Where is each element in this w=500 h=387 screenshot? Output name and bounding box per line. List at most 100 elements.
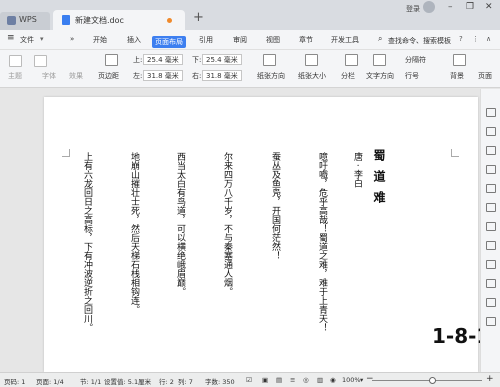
zoom-out-button[interactable]: − [366,374,374,384]
search-icon[interactable]: ⌕ [378,34,382,44]
menu-developer[interactable]: 开发工具 [331,35,359,45]
left-margin-label: 左: [133,72,143,80]
style-panel-icon[interactable] [486,108,496,117]
menu-file[interactable]: 文件 [20,35,34,45]
theme-icon[interactable] [9,55,22,67]
margins-button[interactable]: 页边距 [98,71,119,81]
line-numbers-button[interactable]: 行号 [405,71,419,81]
menu-insert[interactable]: 插入 [127,35,141,45]
orientation-icon[interactable] [263,54,276,66]
menu-review[interactable]: 审阅 [233,35,247,45]
zoom-slider-handle[interactable] [428,377,436,384]
margin-corner-mark [451,149,459,157]
background-button[interactable]: 背景 [450,71,464,81]
wps-logo-icon [7,16,16,25]
page-border-button[interactable]: 页面 [478,71,492,81]
background-icon[interactable] [453,54,466,66]
eye-icon[interactable]: ◉ [330,376,336,384]
margin-corner-mark [62,149,70,157]
read-mode-icon[interactable]: ▥ [317,376,323,384]
close-button[interactable]: ✕ [485,2,493,12]
share-icon[interactable] [486,241,496,250]
text-direction-button[interactable]: 文字方向 [366,71,394,81]
columns-icon[interactable] [345,54,358,66]
collapse-ribbon-icon[interactable]: ∧ [486,35,491,43]
menu-more-chevron-icon[interactable]: » [70,35,74,43]
table-icon[interactable] [486,203,496,212]
font-scheme-icon[interactable] [34,55,47,67]
help-icon[interactable]: ? [459,35,463,43]
word-count-status[interactable]: 字数: 350 [205,376,235,386]
menu-home[interactable]: 开始 [93,35,107,45]
font-scheme-button[interactable]: 字体 [42,71,56,81]
document-page[interactable]: 蜀道难 唐 · 李白 噫吁嚱，危乎高哉！蜀道之难，难于上青天！ 蚕丛及鱼凫，开国… [44,97,478,372]
poem-line: 尔来四万八千岁，不与秦塞通人烟。 [222,152,232,296]
poem-title: 蜀道难 [372,149,386,212]
settings-icon[interactable] [486,298,496,307]
menu-page-layout[interactable]: 页面布局 [152,36,186,48]
document-tab-title: 新建文档.doc [75,16,124,25]
app-name: WPS [19,15,37,24]
document-icon [62,15,70,25]
command-search[interactable]: 查找命令、搜索模板 [388,36,451,46]
cloud-icon[interactable] [486,222,496,231]
right-margin-label: 右: [192,72,202,80]
poem-author: 唐 · 李白 [352,152,362,188]
select-icon[interactable] [486,127,496,136]
right-sidebar [480,89,500,372]
help-panel-icon[interactable] [486,317,496,326]
history-icon[interactable] [486,260,496,269]
app-tab[interactable]: WPS [0,12,50,30]
unsaved-dot-icon[interactable] [167,18,172,23]
text-direction-icon[interactable] [373,54,386,66]
orientation-button[interactable]: 纸张方向 [257,71,285,81]
left-margin-field[interactable] [143,70,183,81]
effect-button[interactable]: 效果 [69,71,83,81]
poem-line: 蚕丛及鱼凫，开国何茫然！ [270,152,280,260]
zoom-level[interactable]: 100% [342,376,361,384]
ribbon-toolbar: 主题 字体 效果 页边距 上: 下: 左: 右: 纸张方向 纸张大小 分栏 文字… [0,50,500,88]
maximize-button[interactable]: ❐ [466,2,474,12]
page-view-icon[interactable]: ▤ [276,376,282,384]
document-workspace: 蜀道难 唐 · 李白 噫吁嚱，危乎高哉！蜀道之难，难于上青天！ 蚕丛及鱼凫，开国… [0,89,480,372]
menu-view[interactable]: 视图 [266,35,280,45]
document-tab[interactable]: 新建文档.doc [53,10,185,30]
hamburger-icon[interactable]: ≡ [7,33,15,43]
pages-status[interactable]: 页面: 1/4 [36,376,64,386]
property-icon[interactable] [486,165,496,174]
title-bar: WPS 新建文档.doc + 登录 – ❐ ✕ [0,0,500,30]
zoom-slider[interactable] [372,377,482,384]
outline-view-icon[interactable]: ≡ [290,376,295,384]
setting-value-status: 设置值: 5.1厘米 [104,378,152,386]
separator-button[interactable]: 分隔符 [405,55,426,65]
theme-button[interactable]: 主题 [8,71,22,81]
menu-references[interactable]: 引用 [199,35,213,45]
bottom-margin-label: 下: [192,56,202,64]
section-status: 节: 1/1 [80,378,102,386]
top-margin-label: 上: [133,56,143,64]
top-margin-field[interactable] [143,54,183,65]
web-view-icon[interactable]: ◎ [303,376,309,384]
menu-chapter[interactable]: 章节 [299,35,313,45]
zoom-in-button[interactable]: + [486,374,494,384]
shape-icon[interactable] [486,146,496,155]
right-margin-field[interactable] [202,70,242,81]
avatar[interactable] [423,1,435,13]
new-tab-button[interactable]: + [193,10,204,26]
minimize-button[interactable]: – [448,2,453,12]
bottom-margin-field[interactable] [202,54,242,65]
backup-icon[interactable] [486,279,496,288]
spellcheck-icon[interactable]: ☑ [246,376,252,384]
paper-size-button[interactable]: 纸张大小 [298,71,326,81]
menu-file-chevron-icon[interactable]: ▾ [40,35,44,43]
columns-button[interactable]: 分栏 [341,71,355,81]
image-icon[interactable] [486,184,496,193]
page-number-status: 页码: 1 [4,378,26,386]
view-mode-icon[interactable]: ▣ [262,376,268,384]
status-bar: 页码: 1 页面: 1/4 节: 1/1 设置值: 5.1厘米 行: 2 列: … [0,372,500,387]
login-link[interactable]: 登录 [406,4,420,14]
zoom-dropdown-icon[interactable]: ▾ [360,376,363,384]
paper-size-icon[interactable] [305,54,318,66]
more-options-icon[interactable]: ⋮ [472,35,479,43]
margins-icon[interactable] [105,54,118,66]
